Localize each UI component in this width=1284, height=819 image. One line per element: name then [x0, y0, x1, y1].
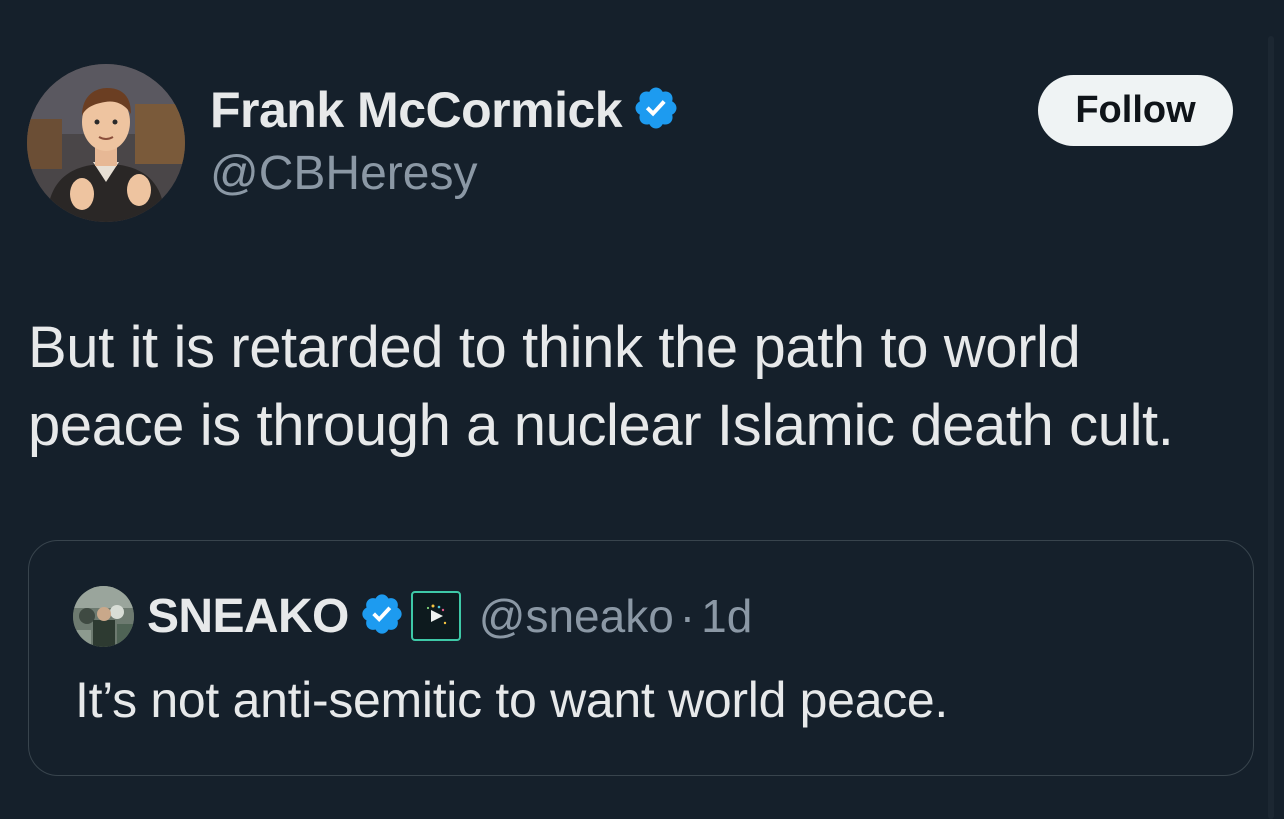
follow-button[interactable]: Follow: [1038, 75, 1233, 146]
quoted-tweet-timestamp[interactable]: 1d: [701, 589, 752, 643]
quoted-tweet-text: It’s not anti-semitic to want world peac…: [75, 672, 948, 728]
scrollbar-track[interactable]: [1268, 36, 1274, 819]
quoted-tweet-card[interactable]: SNEAKO @sneako · 1d It’s not anti-semiti…: [28, 540, 1254, 776]
verified-badge-icon[interactable]: [632, 84, 680, 137]
quoted-author-avatar[interactable]: [73, 586, 134, 647]
tweet-text: But it is retarded to think the path to …: [28, 315, 1174, 458]
author-name-row: Frank McCormick: [210, 80, 680, 140]
quoted-author-name[interactable]: SNEAKO: [147, 589, 349, 644]
author-name[interactable]: Frank McCormick: [210, 81, 623, 139]
quoted-author-avatar-image: [73, 586, 134, 647]
quoted-author-handle[interactable]: @sneako: [479, 589, 674, 643]
separator-dot: ·: [679, 590, 696, 642]
verified-badge-icon[interactable]: [359, 591, 405, 642]
affiliate-badge-icon[interactable]: [410, 591, 461, 641]
author-avatar-image: [27, 64, 185, 222]
quoted-tweet-header: SNEAKO @sneako · 1d: [147, 585, 752, 647]
author-avatar[interactable]: [27, 64, 185, 222]
author-handle[interactable]: @CBHeresy: [210, 146, 477, 201]
